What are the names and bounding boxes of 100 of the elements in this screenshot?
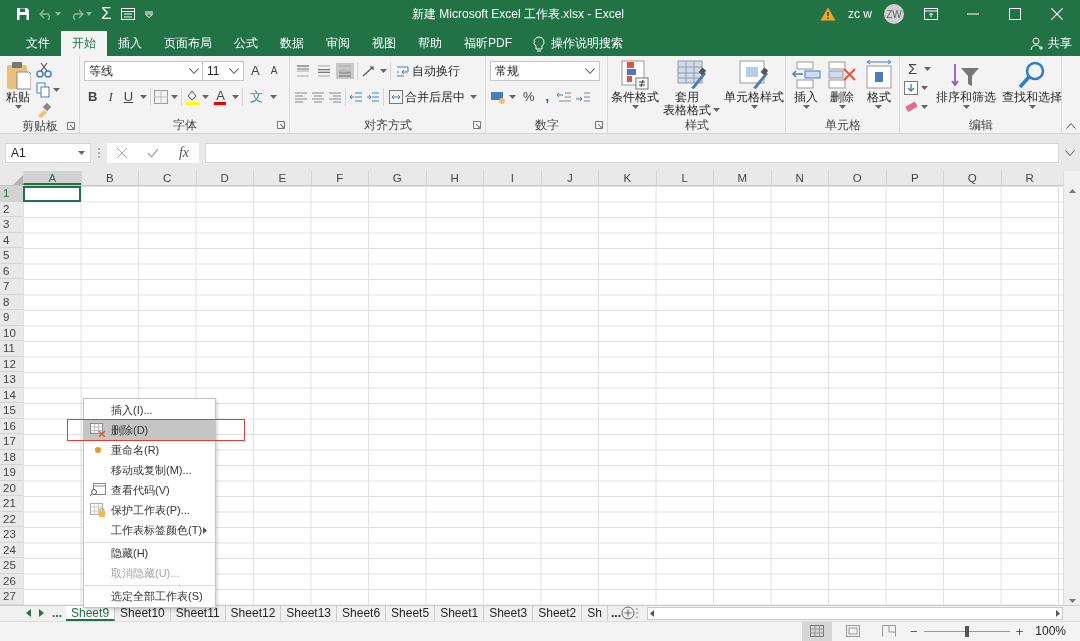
cells-button[interactable]: 插入 [790, 60, 823, 117]
column-header[interactable]: K [598, 171, 656, 185]
insert-function-button[interactable]: fx [178, 144, 189, 161]
row-header[interactable]: 23 [0, 527, 23, 543]
ribbon-tab[interactable]: 帮助 [407, 31, 453, 56]
style-button[interactable]: 套用 表格格式 [662, 60, 721, 117]
ribbon-tab[interactable]: 审阅 [315, 31, 361, 56]
column-header[interactable]: E [253, 171, 311, 185]
underline-button[interactable]: U [119, 87, 138, 107]
menu-item[interactable]: 查看代码(V) [84, 480, 215, 500]
column-header[interactable]: P [885, 171, 943, 185]
more-tabs-button[interactable]: ... [610, 606, 621, 620]
row-header[interactable]: 14 [0, 387, 23, 403]
font-size-dropdown[interactable]: 11 [202, 61, 244, 81]
row-header[interactable]: 4 [0, 232, 23, 248]
row-header[interactable]: 13 [0, 372, 23, 388]
shrink-font-button[interactable]: A [266, 61, 282, 81]
row-header[interactable]: 20 [0, 480, 23, 496]
ribbon-tab[interactable]: 页面布局 [153, 31, 223, 56]
column-header[interactable]: I [483, 171, 541, 185]
row-header[interactable]: 21 [0, 496, 23, 512]
ribbon-tab[interactable]: 文件 [15, 31, 61, 56]
style-button[interactable]: 单元格样式 [723, 60, 785, 117]
paste-button[interactable]: 粘贴 [4, 60, 32, 118]
row-header[interactable]: 11 [0, 341, 23, 357]
comma-button[interactable]: , [541, 87, 554, 107]
ribbon-tab[interactable]: 开始 [61, 31, 107, 56]
sheet-tab[interactable]: Sheet6 [337, 605, 387, 621]
column-header[interactable]: R [1000, 171, 1058, 185]
column-header[interactable]: O [828, 171, 886, 185]
cells-button[interactable]: 格式 [862, 60, 895, 117]
ribbon-tab[interactable]: 插入 [107, 31, 153, 56]
column-header[interactable]: C [138, 171, 196, 185]
menu-item[interactable]: 保护工作表(P)... [84, 500, 215, 520]
column-header[interactable]: B [80, 171, 138, 185]
column-header[interactable]: H [425, 171, 483, 185]
row-header[interactable]: 16 [0, 418, 23, 434]
ribbon-tab[interactable]: 福昕PDF [453, 31, 523, 56]
phonetic-button[interactable]: 文 [245, 87, 267, 107]
ribbon-tab[interactable]: 数据 [269, 31, 315, 56]
zoom-out-button[interactable]: − [910, 623, 918, 639]
row-header[interactable]: 19 [0, 465, 23, 481]
sheet-tab[interactable]: Sheet1 [435, 605, 485, 621]
row-header[interactable]: 12 [0, 356, 23, 372]
sheet-tab[interactable]: Sheet5 [386, 605, 436, 621]
row-header[interactable]: 24 [0, 542, 23, 558]
row-header[interactable]: 26 [0, 573, 23, 589]
sheet-tab[interactable]: Sheet13 [281, 605, 338, 621]
number-format-dropdown[interactable]: 常规 [490, 61, 600, 81]
sheet-tab[interactable]: Sheet12 [225, 605, 282, 621]
row-header[interactable]: 10 [0, 325, 23, 341]
sheet-tab[interactable]: Sheet2 [533, 605, 583, 621]
more-tabs-button[interactable]: ... [52, 606, 62, 620]
menu-item[interactable]: 移动或复制(M)... [84, 460, 215, 480]
column-header[interactable]: N [770, 171, 828, 185]
menu-item[interactable]: 选定全部工作表(S) [84, 585, 215, 606]
column-header[interactable]: A [23, 171, 81, 185]
cells-button[interactable]: 删除 [826, 60, 859, 117]
row-header[interactable]: 27 [0, 589, 23, 605]
font-family-dropdown[interactable]: 等线 [84, 61, 204, 81]
grow-font-button[interactable]: A [247, 61, 264, 81]
zoom-in-button[interactable]: + [1015, 623, 1024, 639]
ribbon-tab[interactable]: 公式 [223, 31, 269, 56]
italic-button[interactable]: I [104, 87, 117, 107]
menu-item[interactable]: 重命名(R) [84, 440, 215, 460]
row-header[interactable]: 25 [0, 558, 23, 574]
row-header[interactable]: 22 [0, 511, 23, 527]
column-header[interactable]: D [195, 171, 253, 185]
row-header[interactable]: 3 [0, 217, 23, 233]
autosum-button[interactable]: Σ [904, 59, 922, 79]
row-header[interactable]: 18 [0, 449, 23, 465]
share-button[interactable]: 共享 [1030, 31, 1072, 56]
row-header[interactable]: 6 [0, 263, 23, 279]
style-button[interactable]: 条件格式 [610, 60, 660, 117]
percent-button[interactable]: % [519, 87, 539, 107]
row-header[interactable]: 7 [0, 279, 23, 295]
sheet-tab[interactable]: Sheet3 [484, 605, 534, 621]
editing-button[interactable]: 查找和选择 [1001, 60, 1064, 117]
ribbon-tab[interactable]: 视图 [361, 31, 407, 56]
merge-center-button[interactable]: 合并后居中 [387, 87, 467, 107]
zoom-level[interactable]: 100% [1035, 624, 1066, 638]
row-header[interactable]: 8 [0, 294, 23, 310]
menu-item[interactable]: 隐藏(H) [84, 542, 215, 563]
row-header[interactable]: 15 [0, 403, 23, 419]
column-header[interactable]: L [655, 171, 713, 185]
bold-button[interactable]: B [84, 87, 102, 107]
column-header[interactable]: Q [943, 171, 1001, 185]
row-header[interactable]: 1 [0, 186, 23, 202]
menu-item[interactable]: 工作表标签颜色(T) [84, 520, 215, 540]
tell-me-search[interactable]: 操作说明搜索 [533, 31, 623, 56]
row-header[interactable]: 9 [0, 310, 23, 326]
editing-button[interactable]: 排序和筛选 [935, 60, 998, 117]
column-header[interactable]: G [368, 171, 426, 185]
font-color-button[interactable]: A [212, 89, 229, 105]
row-header[interactable]: 5 [0, 248, 23, 264]
column-header[interactable]: F [310, 171, 368, 185]
column-header[interactable]: J [540, 171, 598, 185]
user-avatar[interactable]: ZW [884, 4, 904, 24]
name-box[interactable]: A1 [5, 142, 91, 163]
menu-item[interactable]: 删除(D) [84, 420, 215, 440]
